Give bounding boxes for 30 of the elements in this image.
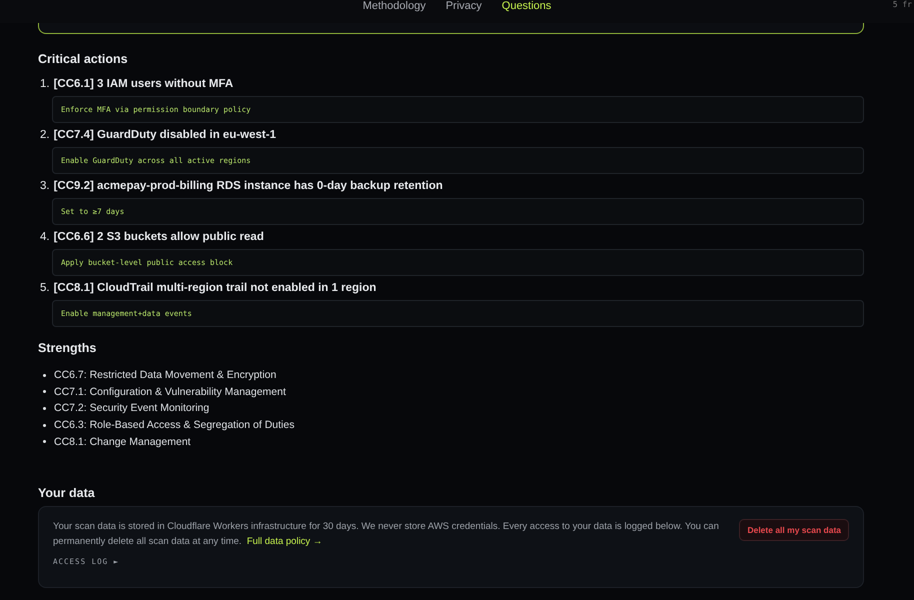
item-number: 2. <box>40 129 50 141</box>
strength-item: CC7.2: Security Event Monitoring <box>54 402 210 414</box>
nav-link[interactable]: Privacy <box>446 0 482 12</box>
item-number: 3. <box>40 180 50 192</box>
policy-link[interactable]: Full data policy → <box>246 536 322 547</box>
bullet-icon <box>43 440 46 444</box>
strength-item: CC6.3: Role-Based Access & Segregation of Duties <box>54 419 294 432</box>
item-number: 4. <box>40 231 50 243</box>
bullet-icon <box>43 424 46 427</box>
action-title: [CC6.1] 3 IAM users without MFA <box>54 78 234 90</box>
strength-item: CC8.1: Change Management <box>54 436 191 448</box>
action-title: [CC7.4] GuardDuty disabled in eu-west-1 <box>54 129 276 141</box>
strength-item: CC7.1: Configuration & Vulnerability Management <box>54 386 286 398</box>
data-policy-text: Your scan data is stored in Cloudflare Workers infrastructure for 30 days. We never store AWS credentials. Every access to your data is logged below. You can permanently delete all scan data at any time. Full data policy → <box>53 520 720 549</box>
section-heading: Critical actions <box>38 52 129 66</box>
delete-button[interactable]: Delete all my scan data <box>739 518 849 541</box>
bullet-icon <box>43 374 46 377</box>
bullet-icon <box>43 406 46 410</box>
bullet-icon <box>43 390 46 394</box>
action-title: [CC6.6] 2 S3 buckets allow public read <box>54 231 264 243</box>
action-title: [CC8.1] CloudTrail multi-region trail not enabled in 1 region <box>54 282 376 294</box>
corner-text: 5 fr <box>892 0 912 9</box>
item-number: 5. <box>40 282 50 294</box>
item-number: 1. <box>40 78 50 90</box>
nav-link[interactable]: Questions <box>502 0 552 12</box>
action-title: [CC9.2] acmepay-prod-billing RDS instance has 0-day backup retention <box>54 180 443 192</box>
strength-item: CC6.7: Restricted Data Movement & Encryption <box>54 369 276 382</box>
nav-link[interactable]: Methodology <box>362 0 426 12</box>
section-heading: Your data <box>38 486 96 500</box>
section-heading: Strengths <box>38 341 98 355</box>
